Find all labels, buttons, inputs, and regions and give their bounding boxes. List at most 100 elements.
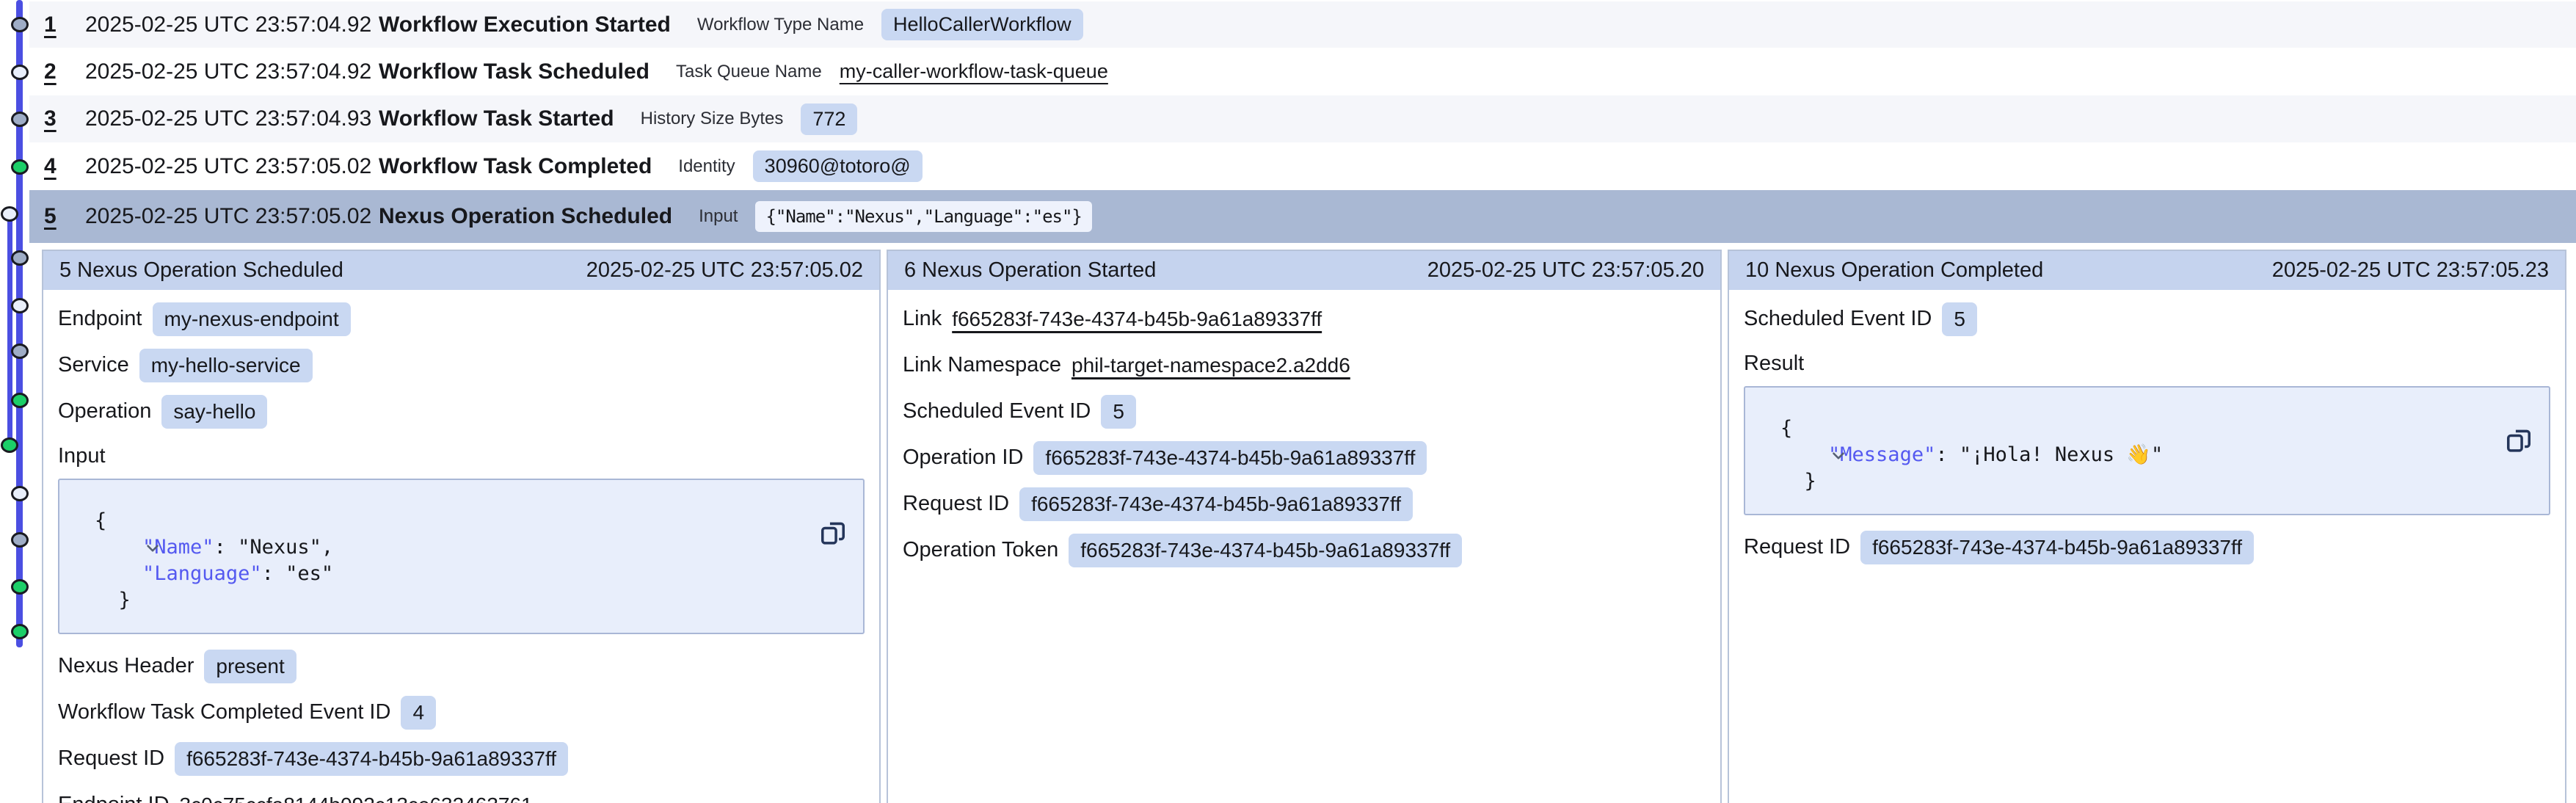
- chevron-down-icon[interactable]: [71, 512, 162, 592]
- field-value-badge: present: [204, 650, 296, 683]
- detail-field-row: Input: [58, 435, 865, 471]
- copy-icon[interactable]: [2433, 401, 2533, 489]
- event-detail-link[interactable]: my-caller-workflow-task-queue: [840, 60, 1108, 83]
- event-id-link[interactable]: 5: [44, 204, 69, 229]
- timeline-node-green: [11, 159, 29, 175]
- event-row-4[interactable]: 4 2025-02-25 UTC 23:57:05.02 Workflow Ta…: [29, 142, 2576, 190]
- panel-nexus-operation-started: 6 Nexus Operation Started 2025-02-25 UTC…: [887, 250, 1722, 803]
- event-timestamp: 2025-02-25 UTC 23:57:04.92: [85, 59, 379, 84]
- detail-field-row: Scheduled Event ID 5: [903, 388, 1706, 435]
- temporal-event-history-screen: 1 2025-02-25 UTC 23:57:04.92 Workflow Ex…: [0, 0, 2576, 803]
- event-timestamp: 2025-02-25 UTC 23:57:05.02: [85, 204, 379, 229]
- detail-field-row: Operation ID f665283f-743e-4374-b45b-9a61…: [903, 435, 1706, 481]
- field-value-link[interactable]: f665283f-743e-4374-b45b-9a61a89337ff: [952, 308, 1322, 331]
- code-line: "Name": "Nexus",: [95, 534, 812, 561]
- json-code-block: { "Message": "¡Hola! Nexus 👋" }: [1744, 386, 2550, 515]
- event-timestamp: 2025-02-25 UTC 23:57:05.02: [85, 154, 379, 179]
- timeline-node-green: [11, 393, 29, 408]
- field-value-badge: my-hello-service: [139, 349, 313, 382]
- detail-field-row: Link Namespace phil-target-namespace2.a2d…: [903, 342, 1706, 388]
- field-label: Request ID: [58, 746, 164, 771]
- field-value-badge: f665283f-743e-4374-b45b-9a61a89337ff: [1033, 441, 1427, 475]
- timeline-node-green: [1, 437, 18, 453]
- field-label: Input: [58, 444, 106, 468]
- event-name: Nexus Operation Scheduled: [379, 204, 672, 229]
- timeline-node-gray: [11, 17, 29, 32]
- panel-timestamp: 2025-02-25 UTC 23:57:05.02: [586, 258, 863, 283]
- chevron-down-icon[interactable]: [1757, 420, 1848, 499]
- field-label: Nexus Header: [58, 654, 194, 678]
- event-row-3[interactable]: 3 2025-02-25 UTC 23:57:04.93 Workflow Ta…: [29, 95, 2576, 142]
- timeline-node-light: [11, 486, 29, 501]
- timeline-node-green: [11, 624, 29, 639]
- field-label: Link Namespace: [903, 353, 1061, 377]
- timeline-node-light: [1, 206, 18, 222]
- timeline-node-green: [11, 579, 29, 595]
- event-name: Workflow Task Started: [379, 106, 614, 131]
- field-label: Workflow Task Completed Event ID: [58, 700, 390, 724]
- panel-header: 10 Nexus Operation Completed 2025-02-25 …: [1729, 251, 2565, 290]
- panel-header: 6 Nexus Operation Started 2025-02-25 UTC…: [888, 251, 1720, 290]
- timeline-node-gray: [11, 344, 29, 359]
- timeline-node-gray: [11, 532, 29, 548]
- field-label: Endpoint ID: [58, 793, 170, 803]
- field-label: Operation ID: [903, 446, 1023, 470]
- json-code-block: { "Name": "Nexus", "Language": "es" }: [58, 479, 865, 634]
- field-value-badge: 5: [1101, 395, 1136, 429]
- field-label: Service: [58, 353, 129, 377]
- field-label: Result: [1744, 352, 1804, 376]
- event-row-2[interactable]: 2 2025-02-25 UTC 23:57:04.92 Workflow Ta…: [29, 48, 2576, 95]
- code-line: "Message": "¡Hola! Nexus 👋": [1780, 442, 2497, 468]
- field-value-badge: f665283f-743e-4374-b45b-9a61a89337ff: [1069, 534, 1462, 567]
- event-id-link[interactable]: 3: [44, 106, 69, 131]
- field-value-link[interactable]: 3c0c75ccfa8144b092c13ce632463761: [180, 793, 533, 803]
- panel-header: 5 Nexus Operation Scheduled 2025-02-25 U…: [43, 251, 879, 290]
- detail-field-row: Request ID f665283f-743e-4374-b45b-9a61a8…: [903, 481, 1706, 527]
- detail-field-row: Operation say-hello: [58, 388, 865, 435]
- event-id-link[interactable]: 2: [44, 59, 69, 84]
- copy-icon[interactable]: [747, 493, 847, 581]
- event-id-link[interactable]: 1: [44, 12, 69, 37]
- event-name: Workflow Execution Started: [379, 12, 671, 37]
- field-value-badge: say-hello: [161, 395, 267, 429]
- timeline-node-gray: [11, 250, 29, 266]
- panel-nexus-operation-scheduled: 5 Nexus Operation Scheduled 2025-02-25 U…: [42, 250, 881, 803]
- field-label: Request ID: [903, 492, 1009, 516]
- event-row-1[interactable]: 1 2025-02-25 UTC 23:57:04.92 Workflow Ex…: [29, 1, 2576, 48]
- event-row-5[interactable]: 5 2025-02-25 UTC 23:57:05.02 Nexus Opera…: [29, 190, 2576, 243]
- code-line: }: [95, 587, 812, 614]
- event-detail-value: {"Name":"Nexus","Language":"es"}: [755, 201, 1091, 232]
- event-detail-label: Workflow Type Name: [697, 15, 864, 35]
- field-value-badge: my-nexus-endpoint: [153, 302, 351, 336]
- detail-field-row: Scheduled Event ID 5: [1744, 296, 2550, 342]
- event-detail-label: Task Queue Name: [676, 62, 822, 82]
- field-value-badge: f665283f-743e-4374-b45b-9a61a89337ff: [175, 742, 568, 776]
- event-timestamp: 2025-02-25 UTC 23:57:04.93: [85, 106, 379, 131]
- field-value-badge: f665283f-743e-4374-b45b-9a61a89337ff: [1019, 487, 1413, 521]
- field-label: Endpoint: [58, 307, 142, 331]
- code-line: {: [95, 508, 812, 534]
- event-detail-label: Input: [699, 206, 738, 227]
- field-label: Link: [903, 307, 942, 331]
- event-detail-value: HelloCallerWorkflow: [881, 9, 1083, 40]
- timeline-main-line: [16, 0, 23, 647]
- timeline-branch-line: [7, 214, 12, 445]
- event-id-link[interactable]: 4: [44, 154, 69, 179]
- field-label: Operation: [58, 399, 151, 424]
- code-line: {: [1780, 415, 2497, 442]
- detail-field-row: Service my-hello-service: [58, 342, 865, 388]
- detail-field-row: Request ID f665283f-743e-4374-b45b-9a61a8…: [58, 735, 865, 782]
- panel-title: 10 Nexus Operation Completed: [1745, 258, 2043, 283]
- field-label: Scheduled Event ID: [1744, 307, 1932, 331]
- panel-title: 6 Nexus Operation Started: [904, 258, 1156, 283]
- field-value-badge: 5: [1942, 302, 1977, 336]
- detail-field-row: Request IDf665283f-743e-4374-b45b-9a61a8…: [1744, 524, 2550, 570]
- field-label: Scheduled Event ID: [903, 399, 1091, 424]
- detail-field-row: Operation Tokenf665283f-743e-4374-b45b-9…: [903, 527, 1706, 573]
- event-detail-value: 772: [801, 103, 857, 135]
- detail-field-row: Nexus Header present: [58, 643, 865, 689]
- panel-nexus-operation-completed: 10 Nexus Operation Completed 2025-02-25 …: [1728, 250, 2566, 803]
- detail-field-row: Endpoint ID 3c0c75ccfa8144b092c13ce632463…: [58, 782, 865, 803]
- code-line: "Language": "es": [95, 561, 812, 587]
- field-value-link[interactable]: phil-target-namespace2.a2dd6: [1071, 354, 1350, 377]
